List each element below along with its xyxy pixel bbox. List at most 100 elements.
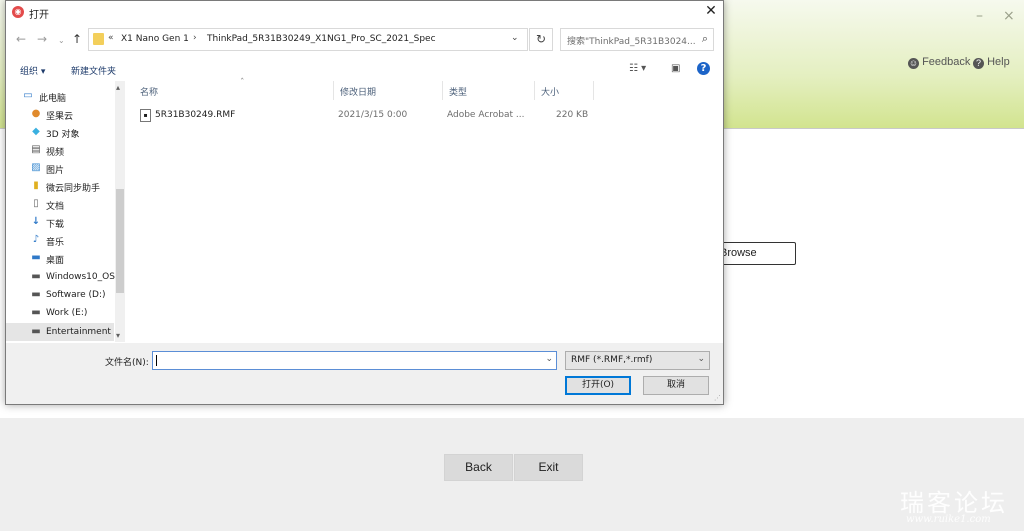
feedback-label: Feedback [922, 56, 971, 68]
new-folder-button[interactable]: 新建文件夹 [71, 64, 116, 77]
file-name: 5R31B30249.RMF [155, 110, 236, 120]
breadcrumb-item[interactable]: X1 Nano Gen 1 [121, 34, 189, 44]
nav-item-drive-d[interactable]: ▬ Software (D:) [6, 286, 114, 304]
help-icon: ? [973, 58, 984, 69]
chevron-down-icon[interactable]: ⌄ [511, 33, 519, 43]
up-arrow-icon[interactable]: ↑ [72, 32, 82, 46]
text-caret [156, 355, 157, 366]
desktop-icon: ▬ [31, 252, 41, 263]
column-header-label: 类型 [449, 88, 468, 98]
nav-item-desktop[interactable]: ▬ 桌面 [6, 249, 114, 267]
nav-item-label: Software (D:) [46, 290, 106, 300]
dialog-title: 打开 [29, 10, 49, 21]
drive-icon: ▬ [31, 271, 41, 282]
video-icon: ▤ [31, 144, 41, 155]
nav-item-label: 下载 [46, 220, 65, 230]
chevron-down-icon[interactable]: ⌄ [545, 354, 553, 364]
nav-item-this-pc[interactable]: ▭ 此电脑 [6, 87, 114, 105]
help-icon[interactable]: ? [697, 62, 710, 75]
nav-item-label: Windows10_OS [46, 272, 115, 282]
nav-item-label: 微云同步助手 [46, 184, 101, 194]
exit-button[interactable]: Exit [514, 454, 583, 481]
nav-item-label: 桌面 [46, 256, 65, 266]
help-link[interactable]: ? Help [973, 56, 1010, 69]
file-type: Adobe Acrobat ... [447, 110, 525, 120]
drive-icon: ▬ [31, 289, 41, 300]
breadcrumb-overflow[interactable]: « [108, 33, 114, 43]
nav-item-label: 此电脑 [39, 94, 67, 104]
chevron-down-icon: ⌄ [697, 354, 705, 364]
search-field[interactable]: 搜索"ThinkPad_5R31B3024... ⌕ [560, 28, 714, 51]
column-header-label: 名称 [140, 88, 159, 98]
dialog-close-button[interactable]: ✕ [703, 3, 719, 21]
nav-item-label: 文档 [46, 202, 65, 212]
feedback-link[interactable]: ☺ Feedback [908, 56, 970, 69]
scroll-up-icon[interactable]: ▴ [116, 83, 120, 92]
column-header-type[interactable]: 类型 [443, 81, 535, 100]
file-modified: 2021/3/15 0:00 [338, 110, 408, 120]
pictures-icon: ▨ [31, 162, 41, 173]
nav-item-label: Entertainment [46, 327, 111, 337]
nav-item-weiyun[interactable]: ▮ 微云同步助手 [6, 177, 114, 195]
column-header-size[interactable]: 大小 [535, 81, 594, 100]
watermark-title: 瑞客论坛 [900, 489, 1008, 517]
organize-menu[interactable]: 组织 ▾ [20, 64, 45, 77]
nav-item-documents[interactable]: ▯ 文档 [6, 195, 114, 213]
nav-item-3d-objects[interactable]: ◆ 3D 对象 [6, 123, 114, 141]
scrollbar-thumb[interactable] [116, 189, 124, 293]
app-close-button[interactable]: × [1003, 8, 1015, 24]
nav-item-drive-e[interactable]: ▬ Work (E:) [6, 304, 114, 322]
dialog-title-bar: ◉ 打开 ✕ [6, 1, 723, 24]
3d-objects-icon: ◆ [32, 126, 40, 137]
filetype-select[interactable]: RMF (*.RMF,*.rmf) ⌄ [565, 351, 710, 370]
nav-item-label: 图片 [46, 166, 65, 176]
nav-item-pictures[interactable]: ▨ 图片 [6, 159, 114, 177]
nav-item-nutstore[interactable]: ● 坚果云 [6, 105, 114, 123]
help-label: Help [987, 56, 1010, 68]
recent-dropdown-icon[interactable]: ⌄ [58, 36, 65, 45]
computer-icon: ▭ [23, 90, 33, 101]
view-options-icon[interactable]: ☷ ▾ [629, 63, 646, 74]
scroll-down-icon[interactable]: ▾ [116, 331, 120, 340]
refresh-icon[interactable]: ↻ [529, 28, 553, 51]
nav-pane-scrollbar[interactable]: ▴ ▾ [115, 81, 125, 342]
nav-item-videos[interactable]: ▤ 视频 [6, 141, 114, 159]
nutstore-icon: ● [31, 108, 41, 119]
nav-item-music[interactable]: ♪ 音乐 [6, 231, 114, 249]
weiyun-icon: ▮ [33, 180, 39, 191]
back-button[interactable]: Back [444, 454, 513, 481]
breadcrumb-separator: › [193, 33, 197, 43]
preview-pane-icon[interactable]: ▣ [671, 63, 680, 74]
nav-item-label: 坚果云 [46, 112, 74, 122]
app-minimize-button[interactable]: – [976, 8, 983, 24]
file-list: ˆ 名称 修改日期 类型 大小 ▪ 5R31B30249.RMF 2021/3/… [126, 78, 723, 342]
filename-input[interactable]: ⌄ [152, 351, 557, 370]
column-header-name[interactable]: ˆ 名称 [134, 78, 334, 100]
nav-item-drive-c[interactable]: ▬ Windows10_OS [6, 268, 115, 286]
nav-item-label: 3D 对象 [46, 130, 80, 140]
nav-item-label: 视频 [46, 148, 65, 158]
open-file-dialog: ◉ 打开 ✕ ← → ⌄ ↑ « X1 Nano Gen 1 › ThinkPa… [5, 0, 724, 405]
file-row[interactable]: ▪ 5R31B30249.RMF 2021/3/15 0:00 Adobe Ac… [134, 107, 714, 125]
search-icon: ⌕ [701, 32, 708, 45]
watermark-url: www.ruike1.com [906, 514, 991, 525]
app-logo-icon: ◉ [12, 6, 24, 18]
column-header-label: 大小 [541, 88, 560, 98]
nav-item-label: Work (E:) [46, 308, 88, 318]
forward-arrow-icon[interactable]: → [37, 32, 47, 46]
folder-icon [93, 33, 104, 45]
documents-icon: ▯ [33, 198, 39, 209]
cancel-button[interactable]: 取消 [643, 376, 709, 395]
music-icon: ♪ [32, 234, 40, 245]
breadcrumb-item[interactable]: ThinkPad_5R31B30249_X1NG1_Pro_SC_2021_Sp… [207, 34, 436, 44]
drive-icon: ▬ [31, 307, 41, 318]
nav-item-downloads[interactable]: ↓ 下载 [6, 213, 114, 231]
resize-grip-icon[interactable]: ⋰ [714, 394, 721, 402]
back-arrow-icon[interactable]: ← [16, 32, 26, 46]
address-bar[interactable]: « X1 Nano Gen 1 › ThinkPad_5R31B30249_X1… [88, 28, 528, 51]
open-button[interactable]: 打开(O) [565, 376, 631, 395]
nav-item-drive-entertainment[interactable]: ▬ Entertainment [6, 323, 114, 341]
filename-label: 文件名(N): [105, 358, 149, 368]
navigation-pane: ▭ 此电脑 ● 坚果云 ◆ 3D 对象 ▤ 视频 ▨ 图片 ▮ 微云同步助手 ▯… [6, 81, 125, 342]
column-header-modified[interactable]: 修改日期 [334, 81, 443, 100]
